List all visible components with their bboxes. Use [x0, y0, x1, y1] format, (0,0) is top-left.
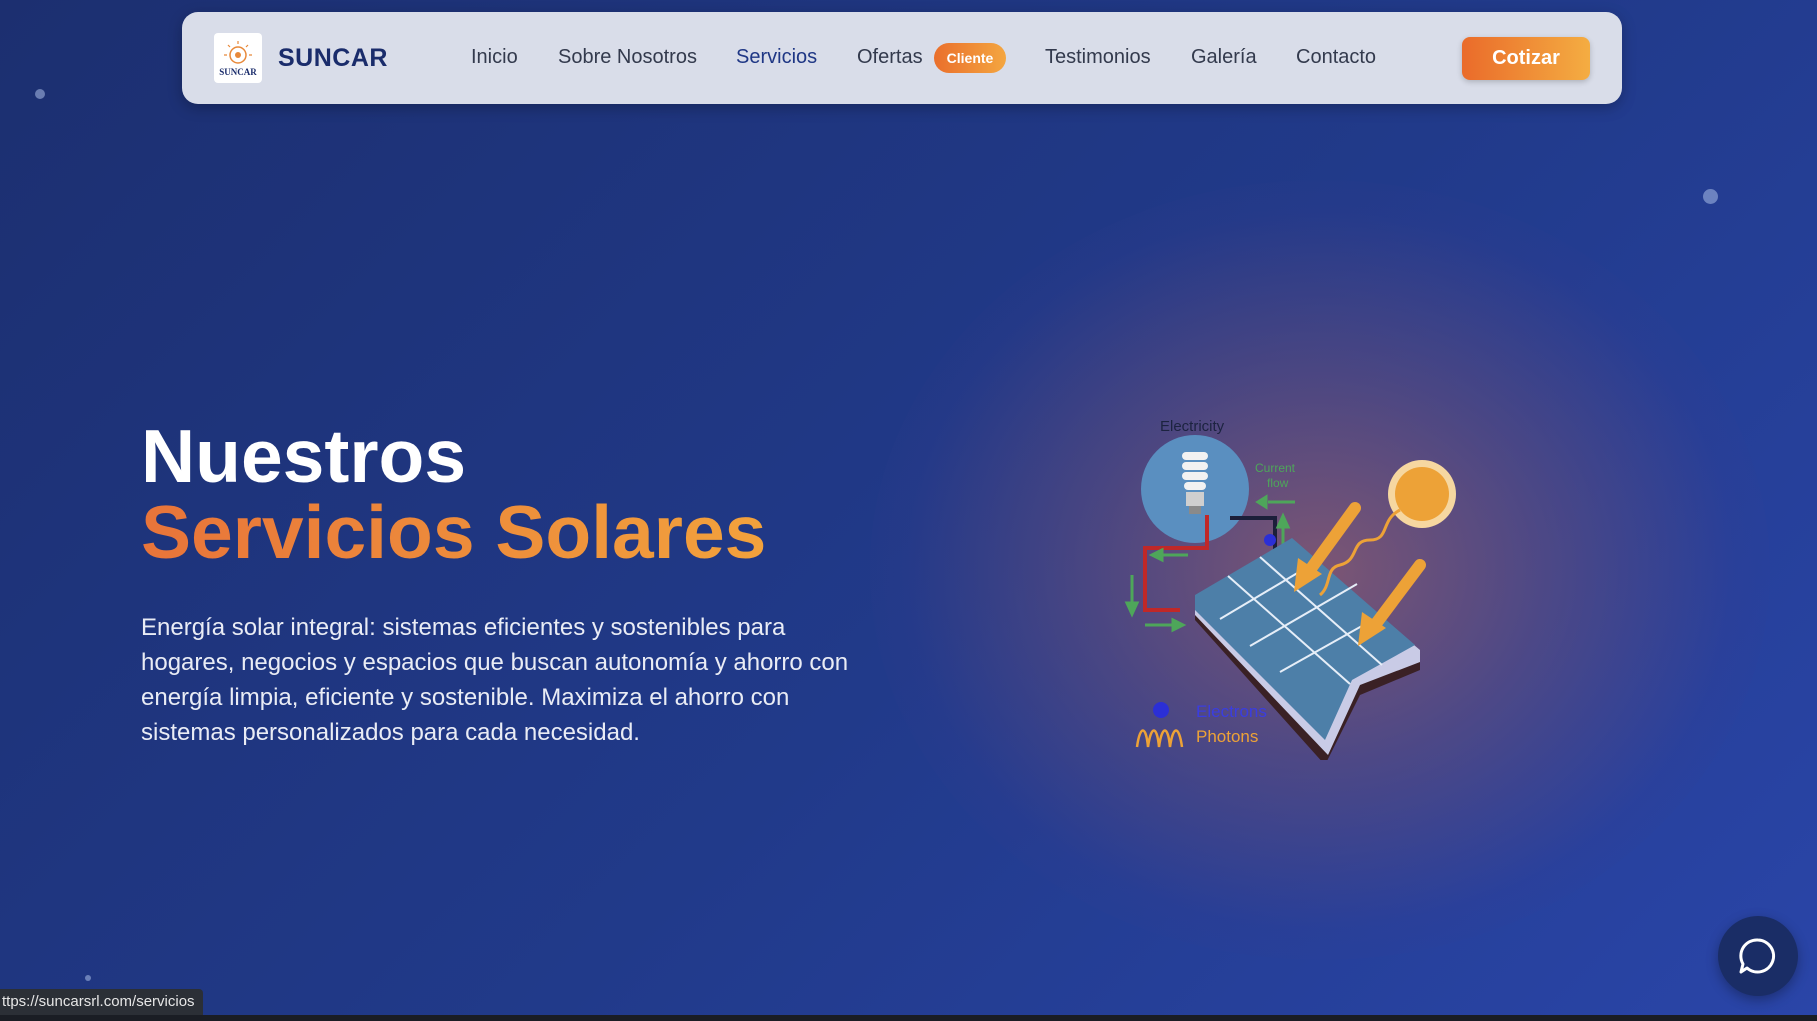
current-flow-label: Current — [1255, 461, 1296, 475]
electrons-label: Electrons — [1196, 702, 1267, 721]
logo[interactable]: SUNCAR — [214, 33, 262, 83]
nav-link-sobre-nosotros[interactable]: Sobre Nosotros — [558, 46, 697, 69]
electron-dot-icon — [1153, 702, 1169, 718]
electricity-label: Electricity — [1160, 418, 1225, 435]
navbar: SUNCAR SUNCAR Inicio Sobre Nosotros Serv… — [182, 12, 1622, 104]
hero-title-line2: Servicios Solares — [141, 490, 767, 574]
brand-name[interactable]: SUNCAR — [278, 44, 388, 73]
hero-description: Energía solar integral: sistemas eficien… — [141, 614, 849, 746]
sun-icon — [1388, 460, 1456, 528]
nav-link-testimonios[interactable]: Testimonios — [1045, 46, 1151, 69]
svg-text:SUNCAR: SUNCAR — [219, 67, 257, 77]
hero-title: Nuestros Servicios Solares — [141, 418, 766, 570]
hero-title-line1: Nuestros — [141, 414, 467, 498]
solar-diagram-illustration: Electricity Current flow Electrons Photo… — [1124, 418, 1456, 760]
cotizar-button[interactable]: Cotizar — [1462, 37, 1590, 80]
current-flow-label-line2: flow — [1267, 476, 1289, 490]
suncar-logo-icon: SUNCAR — [219, 41, 257, 77]
ofertas-badge[interactable]: Cliente — [934, 43, 1006, 73]
lightbulb-icon — [1141, 435, 1249, 543]
chat-button[interactable] — [1718, 916, 1798, 996]
decorative-dot — [35, 89, 45, 99]
nav-link-galeria[interactable]: Galería — [1191, 46, 1257, 69]
photons-label: Photons — [1196, 727, 1258, 746]
nav-link-servicios[interactable]: Servicios — [736, 46, 817, 69]
decorative-dot — [85, 975, 91, 981]
nav-link-inicio[interactable]: Inicio — [471, 46, 518, 69]
nav-link-ofertas[interactable]: Ofertas — [857, 46, 923, 69]
chat-bubble-icon — [1739, 938, 1776, 974]
decorative-dot — [1703, 189, 1718, 204]
photon-legend-icon — [1135, 729, 1184, 748]
bottom-strip — [0, 1015, 1817, 1021]
status-bar-url: ttps://suncarsrl.com/servicios — [0, 989, 203, 1015]
nav-link-contacto[interactable]: Contacto — [1296, 46, 1376, 69]
